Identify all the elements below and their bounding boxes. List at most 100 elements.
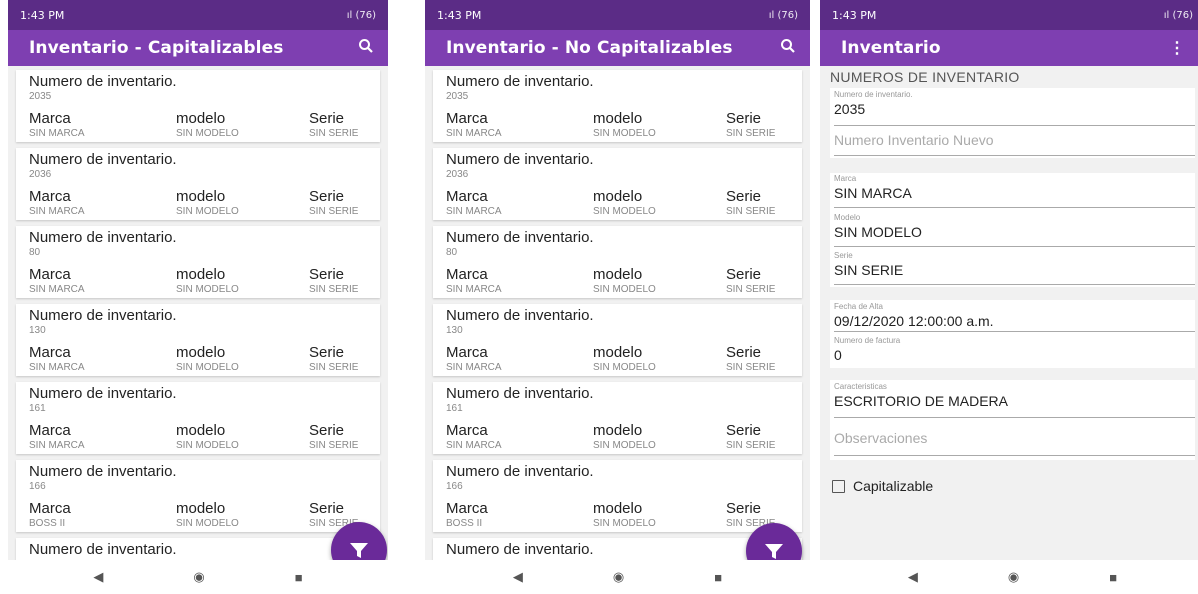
serie-header: Serie — [726, 422, 762, 439]
details-box: Marca SIN MARCA Modelo SIN MODELO Serie … — [830, 173, 1195, 287]
nav-recents-icon[interactable]: ■ — [1109, 570, 1117, 585]
marca-header: Marca — [446, 422, 488, 439]
nav-back-icon[interactable]: ◀ — [908, 569, 918, 585]
marca-value: SIN MARCA — [29, 440, 85, 451]
numero-inventario-label: Numero de inventario. — [446, 229, 594, 246]
modelo-header: modelo — [176, 422, 226, 439]
marca-header: Marca — [29, 422, 71, 439]
inventory-card[interactable]: Numero de inventario. 166 Marca modelo Serie… — [16, 460, 380, 532]
page-title: Inventario - Capitalizables — [29, 38, 284, 58]
nav-home-icon[interactable]: ◉ — [613, 569, 624, 585]
search-icon[interactable] — [358, 38, 374, 59]
inventory-card[interactable]: Numero de inventario. 166 Marca modelo Serie… — [433, 460, 802, 532]
capitalizable-checkbox[interactable]: Capitalizable — [832, 478, 933, 494]
modelo-value: SIN MODELO — [176, 518, 239, 529]
modelo-header: modelo — [593, 500, 643, 517]
inventory-list[interactable]: Numero de inventario. 2035 Marca modelo Seri… — [425, 66, 810, 560]
serie-header: Serie — [726, 188, 762, 205]
section-title: NUMEROS DE INVENTARIO — [830, 69, 1020, 85]
serie-header: Serie — [726, 266, 762, 283]
nav-home-icon[interactable]: ◉ — [1008, 569, 1019, 585]
marca-header: Marca — [446, 110, 488, 127]
page-title: Inventario — [841, 38, 941, 58]
modelo-value: SIN MODELO — [176, 206, 239, 217]
inventory-card[interactable]: Numero de inventario. 2036 Marca modelo Seri… — [16, 148, 380, 220]
more-vert-icon[interactable]: ⋮ — [1169, 38, 1185, 58]
inventory-card[interactable]: Numero de inventario. 2036 Marca modelo Seri… — [433, 148, 802, 220]
app-bar: Inventario ⋮ — [820, 30, 1198, 66]
numero-inventario-field[interactable]: Numero de inventario. 2035 — [834, 90, 1195, 126]
numero-inventario-value: 166 — [446, 481, 463, 492]
numero-inventario-nuevo-placeholder: Numero Inventario Nuevo — [834, 132, 994, 148]
nav-recents-icon[interactable]: ■ — [295, 570, 303, 585]
app-bar: Inventario - No Capitalizables — [425, 30, 810, 66]
serie-value: SIN SERIE — [834, 262, 904, 278]
marca-label: Marca — [834, 174, 857, 183]
inventory-card[interactable]: Numero de inventario. 2035 Marca modelo Seri… — [16, 70, 380, 142]
numero-inventario-label: Numero de inventario. — [29, 541, 177, 558]
marca-value: BOSS II — [29, 518, 66, 529]
marca-header: Marca — [446, 500, 488, 517]
signal-battery: ıl (76) — [346, 9, 376, 21]
search-icon[interactable] — [780, 38, 796, 59]
serie-value: SIN SERIE — [309, 128, 359, 139]
modelo-field[interactable]: Modelo SIN MODELO — [834, 213, 1195, 247]
inventory-list[interactable]: Numero de inventario. 2035 Marca modelo Seri… — [8, 66, 388, 560]
phone-capitalizables: 1:43 PM ıl (76) Inventario - Capitalizab… — [8, 0, 388, 594]
inventory-card[interactable]: Numero de inventario. 80 Marca modelo Serie S… — [433, 226, 802, 298]
modelo-header: modelo — [176, 500, 226, 517]
nav-home-icon[interactable]: ◉ — [193, 569, 204, 585]
numero-inventario-value: 2036 — [446, 169, 469, 180]
numero-inventario-nuevo-field[interactable]: Numero Inventario Nuevo — [834, 132, 1195, 156]
serie-value: SIN SERIE — [726, 362, 776, 373]
fecha-alta-field[interactable]: Fecha de Alta 09/12/2020 12:00:00 a.m. — [834, 302, 1195, 332]
inventory-card[interactable]: Numero de inventario. 130 Marca modelo Serie… — [16, 304, 380, 376]
serie-value: SIN SERIE — [726, 128, 776, 139]
inventory-card[interactable]: Numero de inventario. 80 Marca modelo Serie S… — [16, 226, 380, 298]
inventory-card[interactable]: Numero de inventario. 161 Marca modelo Serie… — [433, 382, 802, 454]
marca-header: Marca — [446, 344, 488, 361]
nav-recents-icon[interactable]: ■ — [714, 570, 722, 585]
modelo-value: SIN MODELO — [176, 128, 239, 139]
serie-value: SIN SERIE — [726, 206, 776, 217]
modelo-header: modelo — [593, 266, 643, 283]
marca-header: Marca — [29, 500, 71, 517]
serie-value: SIN SERIE — [726, 284, 776, 295]
modelo-label: Modelo — [834, 213, 861, 222]
caracteristicas-field[interactable]: Caracteristicas ESCRITORIO DE MADERA — [834, 382, 1195, 418]
numero-inventario-label: Numero de inventario. — [446, 73, 594, 90]
observaciones-field[interactable]: Observaciones — [834, 430, 1195, 456]
inventory-card[interactable]: Numero de inventario. 161 Marca modelo Serie… — [16, 382, 380, 454]
status-bar: 1:43 PM ıl (76) — [820, 0, 1198, 30]
modelo-value: SIN MODELO — [176, 284, 239, 295]
serie-field[interactable]: Serie SIN SERIE — [834, 251, 1195, 285]
serie-header: Serie — [726, 110, 762, 127]
modelo-value: SIN MODELO — [593, 128, 656, 139]
signal-battery: ıl (76) — [768, 9, 798, 21]
inventory-form: NUMEROS DE INVENTARIO Numero de inventar… — [820, 66, 1198, 560]
nav-back-icon[interactable]: ◀ — [93, 569, 103, 585]
phone-inventario-detail: 1:43 PM ıl (76) Inventario ⋮ NUMEROS DE … — [820, 0, 1198, 594]
serie-value: SIN SERIE — [309, 284, 359, 295]
inventory-card[interactable]: Numero de inventario. 130 Marca modelo Serie… — [433, 304, 802, 376]
inventory-card[interactable]: Numero de inventario.177MarcamodeloSerie — [16, 538, 380, 560]
numero-factura-field[interactable]: Numero de factura 0 — [834, 336, 1195, 366]
numero-inventario-label: Numero de inventario. — [29, 73, 177, 90]
filter-icon — [350, 543, 368, 558]
marca-value: SIN MARCA — [446, 440, 502, 451]
numero-inventario-label: Numero de inventario. — [834, 90, 913, 99]
marca-value: SIN MARCA — [29, 206, 85, 217]
nav-back-icon[interactable]: ◀ — [513, 569, 523, 585]
marca-field[interactable]: Marca SIN MARCA — [834, 174, 1195, 208]
status-time: 1:43 PM — [20, 8, 65, 22]
observaciones-placeholder: Observaciones — [834, 430, 928, 446]
marca-value: SIN MARCA — [29, 284, 85, 295]
modelo-value: SIN MODELO — [593, 362, 656, 373]
inventory-card[interactable]: Numero de inventario. 2035 Marca modelo Seri… — [433, 70, 802, 142]
serie-header: Serie — [726, 500, 762, 517]
modelo-value: SIN MODELO — [176, 362, 239, 373]
status-time: 1:43 PM — [437, 8, 482, 22]
numero-inventario-label: Numero de inventario. — [29, 151, 177, 168]
numero-inventario-label: Numero de inventario. — [29, 307, 177, 324]
serie-value: SIN SERIE — [309, 206, 359, 217]
